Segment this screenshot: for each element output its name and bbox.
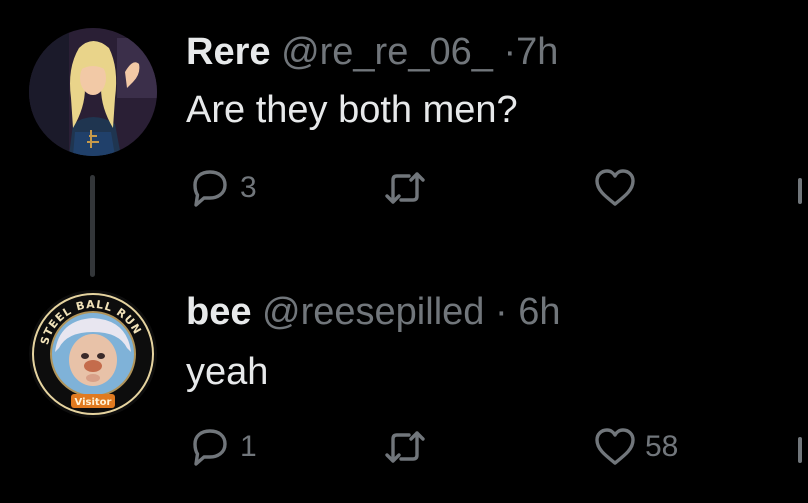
tweet-header: Rere @re_re_06_ ·7h: [186, 30, 558, 74]
tweet-header: bee @reesepilled · 6h: [186, 290, 560, 334]
steel-ball-run-badge-avatar-icon: STEEL BALL RUN Visitor: [29, 290, 157, 418]
tweet-actions: 3: [186, 163, 808, 213]
tweet-text: yeah: [186, 351, 269, 393]
username-handle[interactable]: @reesepilled: [262, 291, 484, 333]
display-name[interactable]: bee: [186, 291, 251, 333]
timestamp[interactable]: 6h: [518, 291, 560, 333]
badge-bottom-text: Visitor: [75, 397, 112, 408]
reply-button[interactable]: 1: [186, 422, 257, 472]
tweet-text: Are they both men?: [186, 89, 518, 131]
timestamp[interactable]: 7h: [516, 31, 558, 73]
reply-count: 1: [240, 430, 257, 463]
display-name[interactable]: Rere: [186, 31, 271, 73]
tweet-actions: 1 58: [186, 422, 808, 472]
separator-dot: ·: [494, 291, 508, 333]
share-icon[interactable]: [798, 437, 802, 463]
like-button[interactable]: [591, 163, 645, 213]
like-count: 58: [645, 430, 679, 463]
retweet-icon: [385, 431, 425, 463]
tweet[interactable]: STEEL BALL RUN Visitor bee @reesepilled …: [0, 260, 808, 503]
tweet[interactable]: Rere @re_re_06_ ·7h Are they both men? 3: [0, 0, 808, 260]
username-handle[interactable]: @re_re_06_: [281, 31, 493, 73]
retweet-button[interactable]: [381, 422, 435, 472]
anime-avatar-blonde-icon: [29, 28, 157, 156]
reply-bubble-icon: [193, 170, 227, 207]
share-icon[interactable]: [798, 178, 802, 204]
retweet-button[interactable]: [381, 163, 435, 213]
reply-count: 3: [240, 171, 257, 204]
reply-bubble-icon: [193, 429, 227, 466]
reply-button[interactable]: 3: [186, 163, 257, 213]
retweet-icon: [385, 172, 425, 204]
avatar[interactable]: [29, 28, 157, 156]
separator-dot: ·: [503, 31, 517, 73]
heart-icon: [595, 428, 635, 465]
like-button[interactable]: 58: [591, 422, 678, 472]
avatar[interactable]: STEEL BALL RUN Visitor: [29, 290, 157, 418]
heart-icon: [595, 169, 635, 206]
